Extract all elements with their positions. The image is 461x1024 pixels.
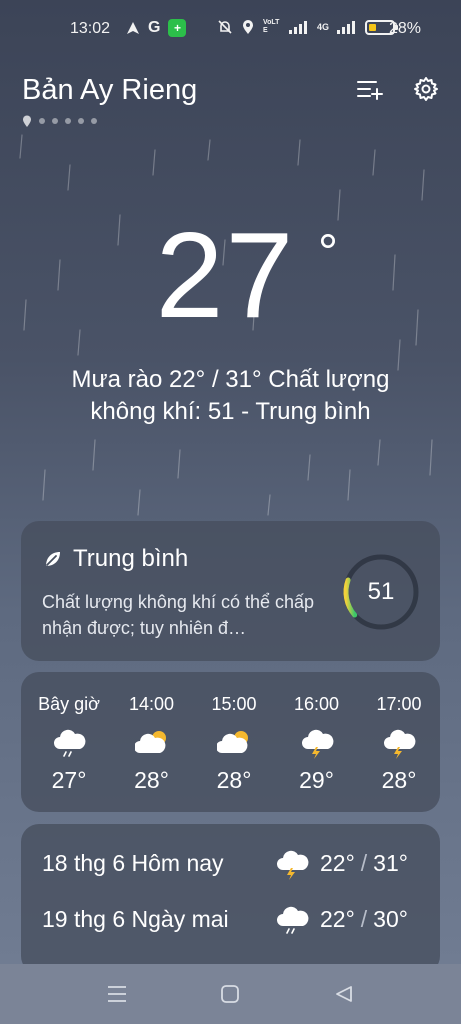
- battery-percent: 28%: [388, 20, 421, 37]
- hourly-forecast-card[interactable]: Bây giờ 27° 14:00 28° 15:00 28° 16:00 29° 17:00 2…: [21, 672, 440, 812]
- daily-high: 31°: [373, 849, 408, 876]
- degree-symbol: °: [318, 224, 338, 280]
- aqi-index: 51: [367, 578, 395, 605]
- hourly-time: Bây giờ: [38, 694, 100, 714]
- thunder-cloud-icon: [358, 725, 440, 759]
- status-right-icons: VoLTE 4G: [217, 19, 398, 35]
- page-indicator: [22, 115, 97, 127]
- daily-low: 22°: [320, 849, 355, 876]
- current-temperature: 27 °: [0, 205, 461, 345]
- aqi-title: Trung bình: [73, 545, 189, 572]
- temp-separator: /: [360, 905, 368, 932]
- signal-icon-2: [337, 21, 355, 34]
- gear-icon: [414, 77, 438, 101]
- aqi-description: Chất lượng không khí có thể chấp nhận đư…: [42, 592, 315, 638]
- hourly-item: Bây giờ 27°: [28, 694, 110, 794]
- hourly-time: 14:00: [128, 694, 175, 714]
- hourly-item: 16:00 29°: [276, 694, 358, 794]
- daily-row[interactable]: 18 thg 6 Hôm nay 22°/31°: [42, 843, 422, 883]
- location-name[interactable]: Bản Ay Rieng: [22, 74, 197, 107]
- hourly-time: 15:00: [211, 694, 257, 714]
- hourly-item: 14:00 28°: [111, 694, 193, 794]
- manage-cities-button[interactable]: [355, 74, 385, 104]
- partly-cloudy-icon: [193, 725, 275, 759]
- network-type: 4G: [316, 22, 329, 32]
- rain-cloud-icon: [272, 902, 312, 936]
- partly-cloudy-icon: [111, 725, 193, 759]
- temperature-value: 27: [155, 207, 296, 343]
- hourly-item: 17:00 28°: [358, 694, 440, 794]
- hourly-temp: 29°: [299, 767, 334, 793]
- current-location-icon: [23, 115, 31, 127]
- volte-label: VoLTE: [262, 19, 280, 34]
- daily-temps: 22°/30°: [320, 906, 408, 933]
- air-quality-card[interactable]: Trung bình Chất lượng không khí có thể c…: [21, 521, 440, 661]
- mute-bell-icon: [218, 20, 232, 34]
- daily-date: 19 thg 6 Ngày mai: [42, 905, 229, 932]
- shield-icon: +: [168, 19, 187, 37]
- status-left-icons: G +: [126, 19, 187, 37]
- recent-apps-button[interactable]: [97, 974, 137, 1014]
- page-dot: [39, 118, 45, 124]
- system-navigation-bar: [0, 964, 461, 1024]
- location-pin-icon: [242, 20, 253, 34]
- page-dot: [52, 118, 58, 124]
- thunder-cloud-icon: [272, 846, 312, 880]
- hourly-item: 15:00 28°: [193, 694, 275, 794]
- daily-low: 22°: [320, 905, 355, 932]
- hourly-temp: 28°: [381, 767, 417, 793]
- back-button[interactable]: [324, 974, 364, 1014]
- thunder-cloud-icon: [276, 725, 358, 759]
- header-actions: [355, 74, 441, 104]
- aqi-gauge: 51: [341, 552, 421, 632]
- menu-lines-icon: [107, 986, 126, 1002]
- home-button[interactable]: [210, 974, 250, 1014]
- signal-icon: [288, 21, 307, 34]
- hourly-temp: 27°: [51, 767, 87, 793]
- aqi-title-row: Trung bình: [43, 545, 188, 573]
- daily-row[interactable]: 19 thg 6 Ngày mai 22°/30°: [42, 899, 422, 939]
- daily-date: 18 thg 6 Hôm nay: [42, 849, 224, 876]
- status-bar: 13:02 G + VoLTE 4G 28%: [0, 0, 461, 60]
- status-time: 13:02: [70, 20, 111, 37]
- hourly-time: 16:00: [293, 694, 340, 714]
- temp-separator: /: [360, 849, 368, 876]
- page-dot: [91, 118, 97, 124]
- hourly-time: 17:00: [376, 694, 422, 714]
- add-list-icon: [357, 81, 383, 100]
- daily-temps: 22°/31°: [320, 850, 408, 877]
- page-dot: [65, 118, 71, 124]
- daily-forecast-card[interactable]: 18 thg 6 Hôm nay 22°/31° 19 thg 6 Ngày mai…: [21, 824, 440, 974]
- hourly-temp: 28°: [134, 767, 169, 793]
- hourly-temp: 28°: [216, 767, 252, 793]
- home-square-icon: [221, 985, 240, 1003]
- navigation-arrow-icon: [127, 22, 139, 34]
- page-dot: [78, 118, 84, 124]
- settings-button[interactable]: [411, 74, 441, 104]
- back-triangle-icon: [336, 986, 353, 1002]
- weather-summary: Mưa rào 22° / 31° Chất lượng không khí: …: [71, 366, 390, 425]
- rain-cloud-icon: [28, 725, 110, 759]
- google-icon: G: [148, 19, 161, 36]
- leaf-icon: [46, 552, 60, 566]
- daily-high: 30°: [373, 905, 408, 932]
